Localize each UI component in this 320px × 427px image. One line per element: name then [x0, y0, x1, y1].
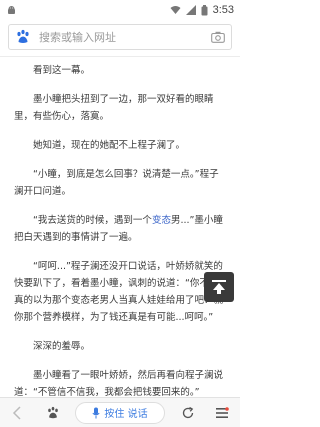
- paragraph: “呵呵...”程子澜还没开口说话，叶娇娇就笑的快要趴下了，看着墨小瞳，讽刺的说道…: [14, 261, 224, 323]
- microphone-icon: [92, 407, 100, 418]
- wifi-icon: [170, 5, 181, 15]
- signal-icon: [185, 5, 196, 15]
- paragraph: 墨小瞳看了一眼叶娇娇，然后再看向程子澜说道：“不管信不信我，我都会把钱要回来的。…: [14, 370, 224, 397]
- refresh-icon[interactable]: [176, 401, 200, 425]
- inline-link[interactable]: 变态: [152, 215, 171, 226]
- paragraph-text-before-link: “我去送货的时候，遇到一个: [33, 215, 152, 226]
- header-divider: [0, 56, 240, 57]
- status-time: 3:53: [212, 4, 234, 16]
- search-placeholder: 搜索或输入网址: [39, 31, 116, 44]
- article-body: 看到这一幕。 墨小瞳把头扭到了一边，那一双好看的眼睛里，有些伤心，落寞。 她知道…: [14, 62, 226, 397]
- menu-icon[interactable]: [210, 401, 234, 425]
- back-to-top-button[interactable]: [204, 272, 234, 302]
- voice-input-button[interactable]: 按住 说话: [75, 401, 165, 424]
- arrow-up-icon: [212, 280, 226, 294]
- android-icon: [6, 5, 17, 16]
- paragraph: 墨小瞳把头扭到了一边，那一双好看的眼睛里，有些伤心，落寞。: [14, 94, 214, 122]
- baidu-paw-icon: [15, 29, 31, 45]
- status-bar: 3:53: [0, 0, 240, 20]
- paragraph: 深深的羞辱。: [33, 341, 91, 352]
- voice-button-label: 按住 说话: [104, 409, 148, 420]
- battery-icon: [201, 4, 208, 16]
- paragraph: 她知道，现在的她配不上程子澜了。: [33, 140, 186, 151]
- paragraph: 看到这一幕。: [33, 65, 91, 76]
- paragraph: “小瞳，到底是怎么回事？说清楚一点。”程子澜开口问道。: [14, 169, 219, 197]
- paragraph-with-link: “我去送货的时候，遇到一个变态男...”墨小瞳把白天遇到的事情讲了一遍。: [14, 212, 226, 246]
- back-button[interactable]: [6, 401, 30, 425]
- camera-icon[interactable]: [211, 31, 225, 43]
- search-input[interactable]: 搜索或输入网址: [8, 24, 232, 50]
- paw-icon[interactable]: [41, 401, 65, 425]
- bottom-toolbar: 按住 说话: [0, 397, 240, 427]
